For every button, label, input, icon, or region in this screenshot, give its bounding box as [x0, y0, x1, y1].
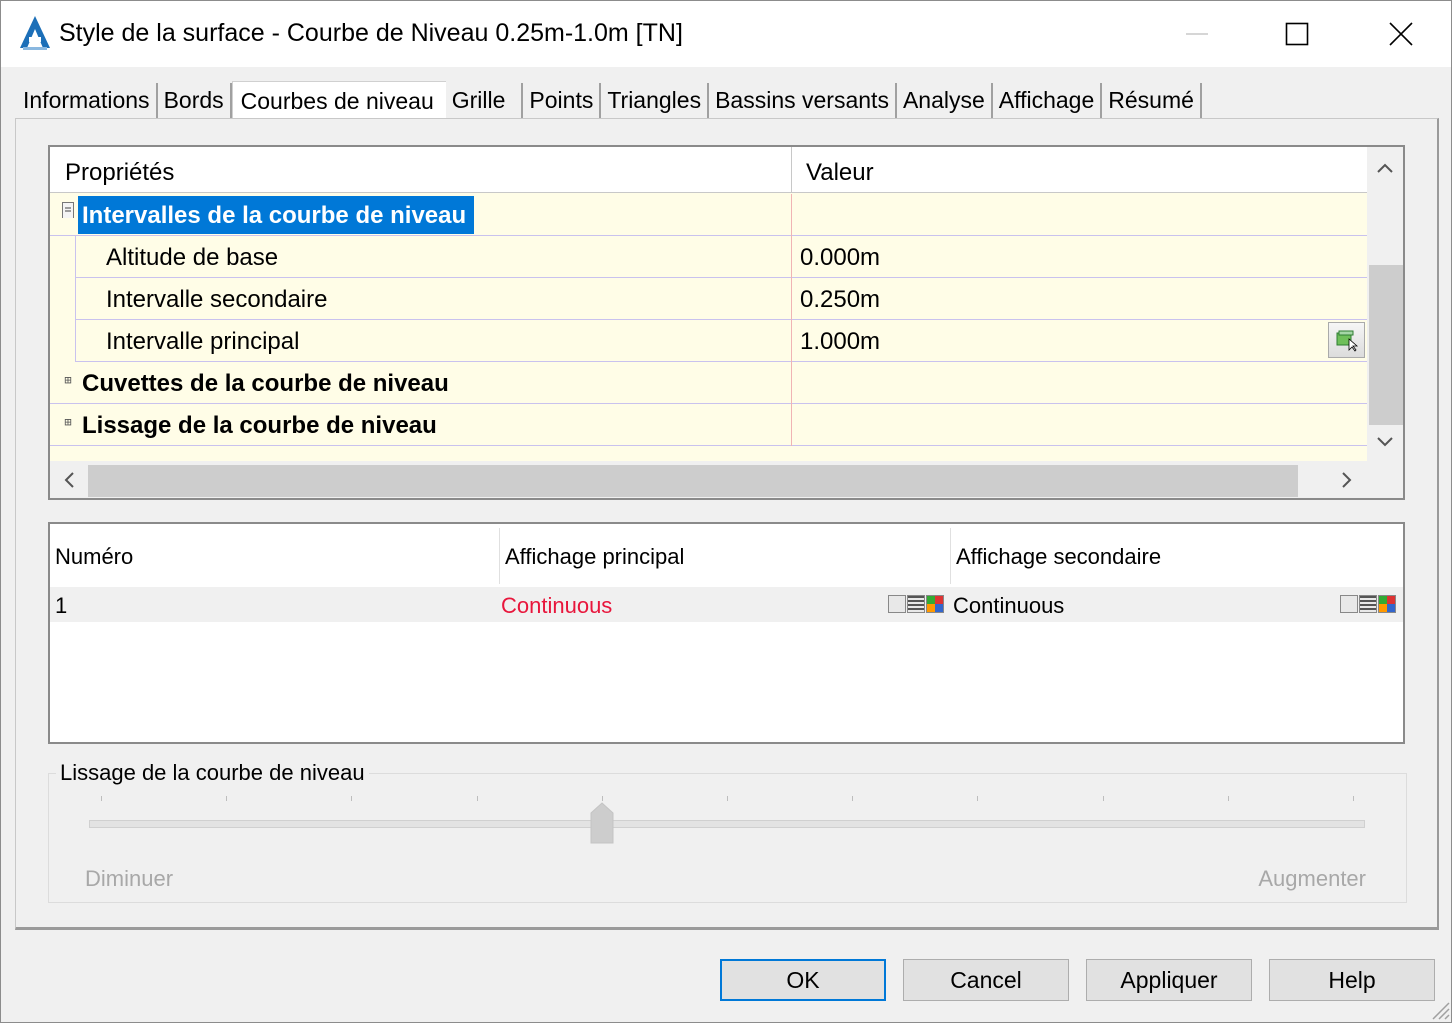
chevron-up-icon: [1377, 163, 1393, 173]
primary-style-buttons[interactable]: [888, 595, 944, 613]
secondary-linetype[interactable]: Continuous: [953, 593, 1064, 619]
tab-triangles[interactable]: Triangles: [601, 83, 710, 119]
horizontal-scrollbar[interactable]: [50, 461, 1367, 498]
column-header-secondary-display[interactable]: Affichage secondaire: [956, 544, 1161, 570]
chevron-left-icon: [64, 472, 74, 488]
window-title: Style de la surface - Courbe de Niveau 0…: [59, 19, 683, 47]
maximize-button[interactable]: [1267, 9, 1327, 59]
apply-button[interactable]: Appliquer: [1086, 959, 1252, 1001]
vertical-scroll-thumb[interactable]: [1369, 265, 1403, 425]
property-grid: Propriétés Valeur Intervalles de la cour…: [48, 145, 1405, 500]
category-row-smoothing[interactable]: ⊞ Lissage de la courbe de niveau: [50, 404, 1367, 446]
color-icon[interactable]: [1378, 595, 1396, 613]
maximize-icon: [1285, 22, 1309, 46]
minimize-button[interactable]: [1167, 9, 1227, 59]
help-button[interactable]: Help: [1269, 959, 1435, 1001]
tab-courbes-de-niveau[interactable]: Courbes de niveau: [231, 81, 446, 121]
ok-button[interactable]: OK: [720, 959, 886, 1001]
slider-tick: [226, 796, 228, 801]
pick-from-drawing-icon: [1336, 330, 1358, 352]
display-style-table: Numéro Affichage principal Affichage sec…: [48, 522, 1405, 744]
slider-max-label: Augmenter: [1258, 866, 1366, 891]
resize-grip-icon[interactable]: [1429, 999, 1451, 1021]
category-row-depressions[interactable]: ⊞ Cuvettes de la courbe de niveau: [50, 362, 1367, 404]
close-button[interactable]: [1371, 9, 1431, 59]
scroll-right-button[interactable]: [1328, 461, 1366, 498]
slider-tick: [852, 796, 854, 801]
slider-tick: [351, 796, 353, 801]
scroll-left-button[interactable]: [50, 461, 88, 498]
horizontal-scroll-thumb[interactable]: [88, 465, 1298, 497]
column-header-value[interactable]: Valeur: [806, 159, 874, 187]
slider-tick: [727, 796, 728, 801]
dialog-window: Style de la surface - Courbe de Niveau 0…: [0, 0, 1452, 1023]
slider-tick: [1353, 796, 1354, 801]
collapse-icon[interactable]: [62, 200, 74, 218]
expand-icon[interactable]: ⊞: [62, 374, 74, 388]
vertical-scrollbar[interactable]: [1367, 147, 1403, 461]
property-row-major-interval[interactable]: Intervalle principal 1.000m: [50, 320, 1367, 362]
property-value-minor-interval[interactable]: 0.250m: [800, 286, 880, 314]
chevron-down-icon: [1377, 437, 1393, 447]
tab-resume[interactable]: Résumé: [1102, 83, 1202, 119]
table-row[interactable]: 1 Continuous Continuous: [50, 587, 1403, 622]
secondary-style-buttons[interactable]: [1340, 595, 1396, 613]
property-label-minor-interval: Intervalle secondaire: [106, 286, 328, 313]
column-header-primary-display[interactable]: Affichage principal: [505, 544, 684, 570]
property-value-major-interval[interactable]: 1.000m: [800, 328, 880, 356]
expand-icon[interactable]: ⊞: [62, 416, 74, 430]
category-label-intervals: Intervalles de la courbe de niveau: [78, 196, 475, 234]
tab-analyse[interactable]: Analyse: [896, 83, 993, 119]
table-header: Numéro Affichage principal Affichage sec…: [50, 524, 1403, 586]
property-label-major-interval: Intervalle principal: [106, 328, 300, 355]
slider-tick: [601, 796, 603, 801]
lineweight-icon[interactable]: [1359, 595, 1377, 613]
close-icon: [1389, 22, 1413, 46]
property-label-base-elevation: Altitude de base: [106, 244, 279, 271]
title-bar[interactable]: Style de la surface - Courbe de Niveau 0…: [1, 1, 1451, 67]
lineweight-icon[interactable]: [907, 595, 925, 613]
tab-bassins-versants[interactable]: Bassins versants: [709, 83, 897, 119]
scroll-up-button[interactable]: [1367, 153, 1403, 183]
column-header-properties[interactable]: Propriétés: [65, 159, 174, 187]
tab-grille[interactable]: Grille: [445, 83, 524, 119]
slider-min-label: Diminuer: [85, 866, 174, 891]
linetype-icon[interactable]: [888, 595, 906, 613]
smoothing-slider-thumb[interactable]: [590, 802, 614, 844]
tab-strip: Informations Bords Courbes de niveau Gri…: [17, 81, 1202, 121]
category-row-intervals[interactable]: Intervalles de la courbe de niveau: [50, 194, 1367, 236]
slider-tick: [1227, 796, 1229, 801]
color-icon[interactable]: [926, 595, 944, 613]
chevron-right-icon: [1342, 472, 1352, 488]
slider-tick: [476, 796, 478, 801]
category-label-depressions: Cuvettes de la courbe de niveau: [82, 370, 449, 397]
category-label-smoothing: Lissage de la courbe de niveau: [82, 412, 437, 439]
property-value-base-elevation[interactable]: 0.000m: [800, 244, 880, 272]
property-row-minor-interval[interactable]: Intervalle secondaire 0.250m: [50, 278, 1367, 320]
tab-affichage[interactable]: Affichage: [992, 83, 1103, 119]
slider-tick: [101, 796, 102, 801]
tab-informations[interactable]: Informations: [17, 83, 158, 119]
scroll-down-button[interactable]: [1367, 427, 1403, 457]
slider-tick: [977, 796, 979, 801]
smoothing-slider-track[interactable]: [89, 820, 1365, 828]
smoothing-group-title: Lissage de la courbe de niveau: [56, 760, 369, 786]
minimize-icon: [1186, 33, 1208, 35]
cancel-button[interactable]: Cancel: [903, 959, 1069, 1001]
property-row-base-elevation[interactable]: Altitude de base 0.000m: [50, 236, 1367, 278]
linetype-icon[interactable]: [1340, 595, 1358, 613]
row-number: 1: [55, 593, 68, 618]
pick-from-drawing-button[interactable]: [1328, 322, 1365, 358]
slider-tick: [1102, 796, 1104, 801]
column-header-number[interactable]: Numéro: [55, 544, 133, 570]
tab-bords[interactable]: Bords: [157, 83, 232, 119]
primary-linetype[interactable]: Continuous: [501, 593, 612, 619]
autocad-civil-icon: [20, 16, 50, 50]
property-grid-header: Propriétés Valeur: [50, 147, 1367, 193]
tab-points[interactable]: Points: [523, 83, 602, 119]
smoothing-group: Lissage de la courbe de niveau Diminuer …: [48, 760, 1407, 903]
